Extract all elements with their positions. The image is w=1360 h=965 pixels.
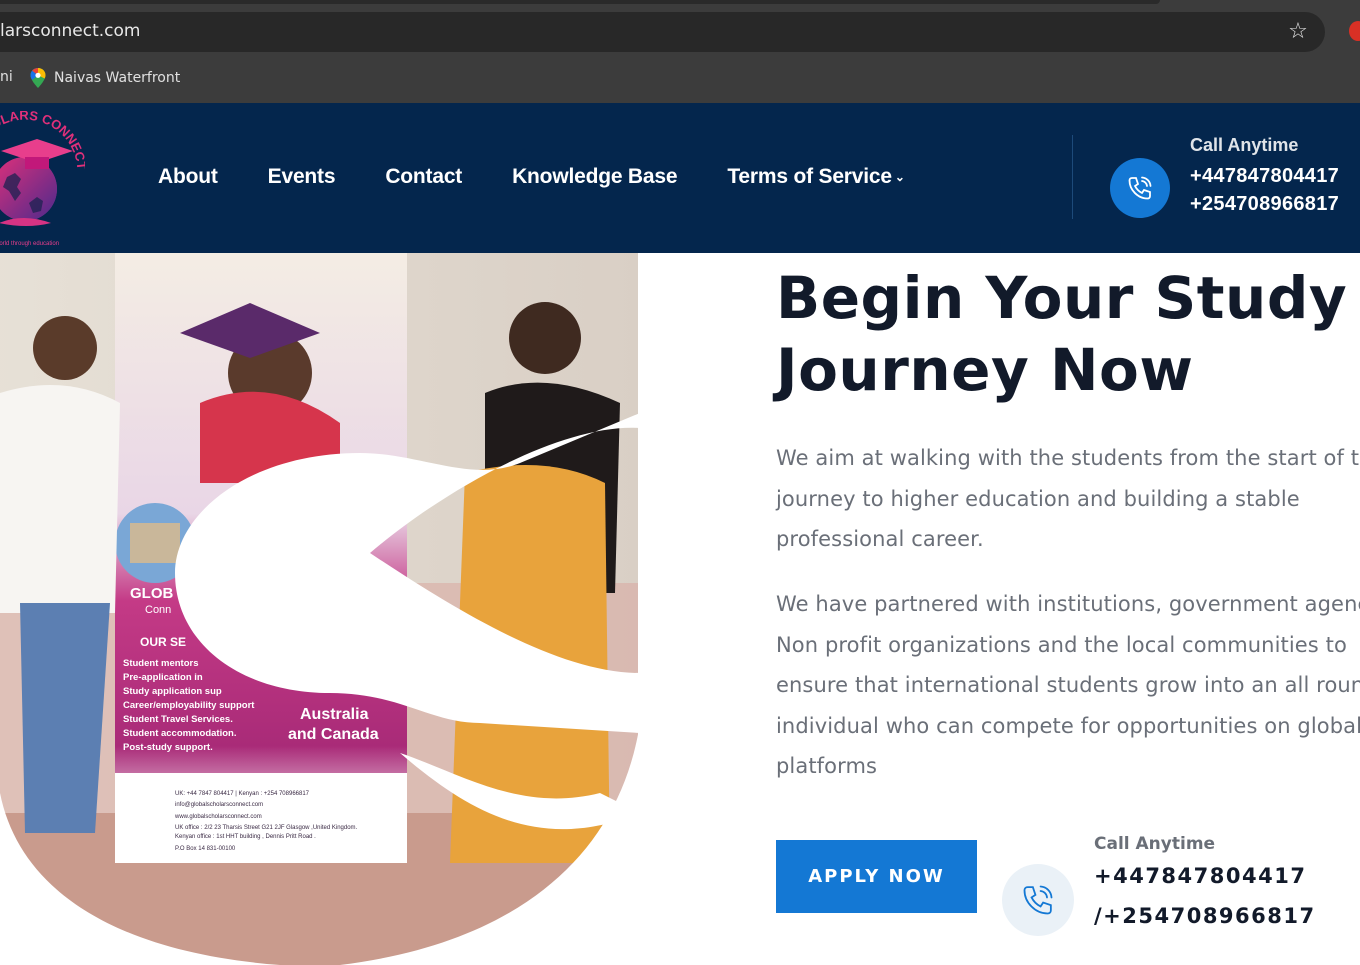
chevron-down-icon: ⌄ — [894, 170, 905, 185]
hero-para2-line: individual who can compete for opportuni… — [776, 713, 1360, 738]
nav-knowledge-base[interactable]: Knowledge Base — [512, 165, 677, 189]
hero-paragraph-1: We aim at walking with the students from… — [776, 438, 1360, 560]
banner-services-heading: OUR SE — [140, 635, 186, 649]
banner-heading: GLOB — [130, 585, 173, 602]
hero-image: GLOB Conn OUR SE Student mentors Pre-app… — [0, 253, 690, 965]
tab-strip — [0, 0, 1160, 4]
banner-subheading: Conn — [145, 604, 171, 616]
bookmark-naivas[interactable]: Naivas Waterfront — [30, 66, 180, 90]
header-phone-icon[interactable] — [1110, 158, 1170, 218]
hero-para1-line: journey to higher education and building… — [776, 486, 1300, 511]
nav-terms-of-service[interactable]: Terms of Service ⌄ — [727, 165, 905, 189]
scholars-connect-logo[interactable]: SCHOLARS CONNECT world through education — [0, 111, 85, 251]
banner-service-item: Study application sup — [123, 686, 222, 697]
hero-para1-line: professional career. — [776, 527, 984, 551]
main-nav: About Events Contact Knowledge Base Term… — [158, 165, 955, 189]
url-text[interactable]: larsconnect.com — [0, 21, 140, 41]
browser-chrome: larsconnect.com ☆ ni Naivas Waterfront — [0, 0, 1360, 103]
header-phone-uk[interactable]: +447847804417 — [1190, 165, 1339, 188]
bottom-phone-icon[interactable] — [1002, 864, 1074, 936]
hero-title-line2: Journey Now — [776, 336, 1194, 404]
hero-para2-line: ensure that international students grow … — [776, 673, 1360, 697]
hero-title-line1: Begin Your Study — [776, 264, 1348, 332]
maps-pin-icon — [30, 68, 46, 88]
nav-about[interactable]: About — [158, 165, 218, 189]
banner-service-item: Student Travel Services. — [123, 714, 233, 725]
banner-service-item: Student mentors — [123, 658, 198, 669]
bookmark-star-icon[interactable]: ☆ — [1285, 18, 1311, 44]
banner-service-item: Career/employability support — [123, 700, 255, 711]
banner-contact-line: Kenyan office : 1st HHT building , Denni… — [175, 834, 316, 840]
site-header: SCHOLARS CONNECT world through education… — [0, 103, 1360, 253]
address-bar[interactable] — [0, 12, 1325, 52]
nav-terms-label: Terms of Service — [727, 165, 892, 188]
hero-para2-line: We have partnered with institutions, gov… — [776, 592, 1360, 616]
header-phone-ke[interactable]: +254708966817 — [1190, 193, 1339, 216]
banner-country-1: Australia — [300, 706, 369, 723]
hero-paragraph-2: We have partnered with institutions, gov… — [776, 584, 1360, 787]
banner-contact-line: www.globalscholarsconnect.com — [174, 814, 262, 820]
banner-contact-line: UK: +44 7847 804417 | Kenyan : +254 7089… — [175, 791, 310, 797]
nav-contact[interactable]: Contact — [385, 165, 462, 189]
header-call-label: Call Anytime — [1190, 135, 1299, 155]
apply-now-button[interactable]: APPLY NOW — [776, 840, 977, 913]
banner-contact-line: P.O Box 14 831-00100 — [175, 846, 236, 852]
hero-para2-line: platforms — [776, 754, 878, 778]
nav-events[interactable]: Events — [268, 165, 336, 189]
hero-para1-line: We aim at walking with the students from… — [776, 446, 1360, 470]
extension-icon[interactable] — [1349, 21, 1360, 41]
hero-para2-line: Non profit organizations and the local c… — [776, 632, 1347, 657]
banner-service-item: Pre-application in — [123, 672, 203, 683]
banner-country-2: and Canada — [288, 726, 379, 743]
banner-service-item: Post-study support. — [123, 742, 213, 753]
bookmark-label: Naivas Waterfront — [54, 70, 181, 86]
svg-text:world through education: world through education — [0, 241, 59, 247]
hero-title: Begin Your Study Journey Now — [776, 262, 1360, 406]
banner-contact-line: UK office : 2/2 23 Tharsis Street G21 2J… — [175, 825, 358, 831]
header-divider — [1072, 135, 1073, 219]
banner-service-item: Student accommodation. — [123, 728, 236, 739]
bookmark-fragment[interactable]: ni — [0, 69, 13, 85]
banner-contact-line: info@globalscholarsconnect.com — [175, 802, 263, 808]
bottom-call-label: Call Anytime — [1094, 834, 1216, 854]
bottom-phone-uk[interactable]: +447847804417 — [1094, 864, 1306, 888]
bottom-phone-ke[interactable]: /+254708966817 — [1094, 904, 1316, 928]
